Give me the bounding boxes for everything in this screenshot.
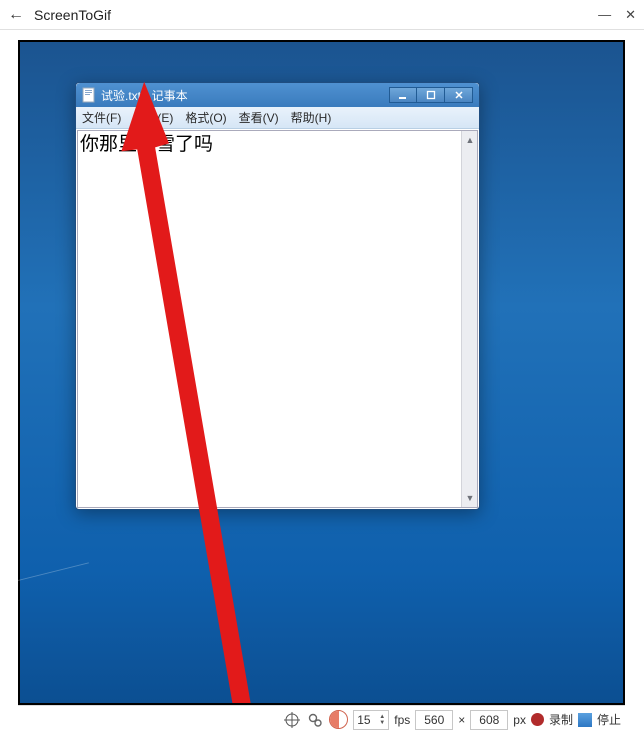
- notepad-file-icon: [82, 87, 96, 103]
- notepad-window: 试验.txt - 记事本 文件(F) 编辑(E) 格式(O) 查看(V) 帮助(…: [75, 82, 480, 510]
- recording-frame: 试验.txt - 记事本 文件(F) 编辑(E) 格式(O) 查看(V) 帮助(…: [18, 40, 625, 705]
- fps-input[interactable]: 15 ▲▼: [353, 710, 389, 730]
- desktop-decoration-line: [11, 562, 89, 582]
- dim-x-label: ×: [458, 713, 465, 727]
- notepad-text-content[interactable]: 你那里下雪了吗: [78, 131, 461, 507]
- fps-label: fps: [394, 713, 410, 727]
- px-label: px: [513, 713, 526, 727]
- notepad-maximize-button[interactable]: [417, 87, 445, 103]
- gauge-indicator-icon: [329, 710, 348, 729]
- app-titlebar: ← ScreenToGif — ✕: [0, 0, 644, 30]
- notepad-scrollbar[interactable]: ▲ ▼: [461, 131, 477, 507]
- scroll-up-icon[interactable]: ▲: [463, 133, 477, 147]
- notepad-minimize-button[interactable]: [389, 87, 417, 103]
- scroll-down-icon[interactable]: ▼: [463, 491, 477, 505]
- crosshair-icon[interactable]: [283, 711, 301, 729]
- app-title: ScreenToGif: [34, 7, 598, 23]
- bottom-toolbar: 15 ▲▼ fps 560 × 608 px 录制 停止: [18, 705, 625, 733]
- fps-value: 15: [357, 713, 379, 727]
- notepad-titlebar[interactable]: 试验.txt - 记事本: [76, 83, 479, 107]
- back-icon[interactable]: ←: [8, 6, 24, 24]
- notepad-body: 你那里下雪了吗 ▲ ▼: [77, 130, 478, 508]
- stop-square-icon[interactable]: [578, 713, 592, 727]
- notepad-menubar: 文件(F) 编辑(E) 格式(O) 查看(V) 帮助(H): [76, 107, 479, 129]
- height-input[interactable]: 608: [470, 710, 508, 730]
- menu-edit[interactable]: 编辑(E): [133, 109, 173, 126]
- settings-gear-icon[interactable]: [306, 711, 324, 729]
- menu-format[interactable]: 格式(O): [185, 109, 226, 126]
- record-dot-icon[interactable]: [531, 713, 544, 726]
- record-button[interactable]: 录制: [549, 711, 573, 728]
- width-input[interactable]: 560: [415, 710, 453, 730]
- notepad-title: 试验.txt - 记事本: [101, 87, 389, 104]
- stop-button[interactable]: 停止: [597, 711, 621, 728]
- close-button[interactable]: ✕: [625, 7, 636, 23]
- minimize-button[interactable]: —: [598, 7, 611, 23]
- menu-view[interactable]: 查看(V): [239, 109, 279, 126]
- notepad-close-button[interactable]: [445, 87, 473, 103]
- fps-spin-down-icon[interactable]: ▼: [379, 720, 385, 726]
- menu-file[interactable]: 文件(F): [82, 109, 121, 126]
- menu-help[interactable]: 帮助(H): [291, 109, 332, 126]
